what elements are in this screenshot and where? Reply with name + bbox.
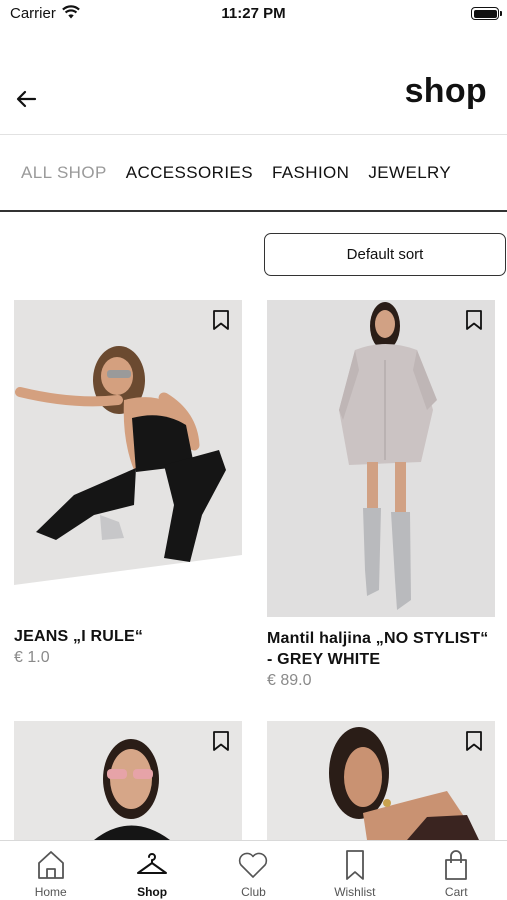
- product-price: € 1.0: [14, 649, 50, 666]
- bookmark-icon[interactable]: [465, 309, 483, 331]
- product-name[interactable]: Mantil haljina „NO STYLIST“ - GREY WHITE: [267, 628, 495, 670]
- product-image[interactable]: [267, 300, 495, 617]
- product-name[interactable]: JEANS „I RULE“: [14, 626, 242, 647]
- bookmark-icon[interactable]: [465, 730, 483, 752]
- tab-wishlist[interactable]: Wishlist: [304, 841, 405, 900]
- category-tabs: ALL SHOP ACCESSORIES FASHION JEWELRY: [0, 135, 507, 212]
- tab-home[interactable]: Home: [0, 841, 101, 900]
- tab-cart-label: Cart: [444, 885, 468, 899]
- product-image[interactable]: [14, 721, 242, 840]
- tab-fashion[interactable]: FASHION: [272, 163, 349, 183]
- tab-jewelry[interactable]: JEWELRY: [368, 163, 451, 183]
- clock: 11:27 PM: [221, 5, 286, 22]
- sort-button[interactable]: Default sort: [264, 233, 506, 276]
- product-card[interactable]: [267, 721, 495, 840]
- bottom-tab-bar: Home Shop Club Wishlist Cart: [0, 840, 507, 900]
- heart-icon: [239, 852, 268, 878]
- tab-club-label: Club: [241, 885, 266, 899]
- hanger-icon: [137, 853, 168, 874]
- product-image[interactable]: [267, 721, 495, 840]
- home-icon: [37, 851, 64, 879]
- tab-cart[interactable]: Cart: [406, 841, 507, 900]
- tab-wishlist-label: Wishlist: [334, 885, 376, 899]
- tab-all-shop[interactable]: ALL SHOP: [21, 163, 107, 183]
- tab-home-label: Home: [34, 885, 67, 899]
- header: shop: [0, 60, 507, 135]
- product-photo-jeans: [14, 300, 242, 615]
- tab-club[interactable]: Club: [203, 841, 304, 900]
- product-card[interactable]: [14, 721, 242, 840]
- product-photo-earrings: [267, 721, 495, 840]
- back-arrow-icon[interactable]: [14, 86, 40, 112]
- page-title: shop: [404, 72, 487, 110]
- product-image[interactable]: [14, 300, 242, 615]
- product-card[interactable]: JEANS „I RULE“ € 1.0: [14, 300, 242, 667]
- tab-accessories[interactable]: ACCESSORIES: [126, 163, 253, 183]
- product-price: € 89.0: [267, 672, 312, 689]
- status-bar: Carrier 11:27 PM: [0, 0, 507, 30]
- battery-icon: [471, 7, 502, 20]
- product-photo-sunglasses: [14, 721, 242, 840]
- product-card[interactable]: Mantil haljina „NO STYLIST“ - GREY WHITE…: [267, 300, 495, 690]
- tab-shop[interactable]: Shop: [101, 841, 202, 900]
- product-photo-blazer-dress: [267, 300, 495, 617]
- tab-shop-label: Shop: [137, 885, 168, 899]
- bookmark-icon[interactable]: [212, 730, 230, 752]
- shopping-bag-icon: [445, 850, 468, 880]
- bookmark-icon[interactable]: [212, 309, 230, 331]
- bookmark-icon: [345, 850, 364, 880]
